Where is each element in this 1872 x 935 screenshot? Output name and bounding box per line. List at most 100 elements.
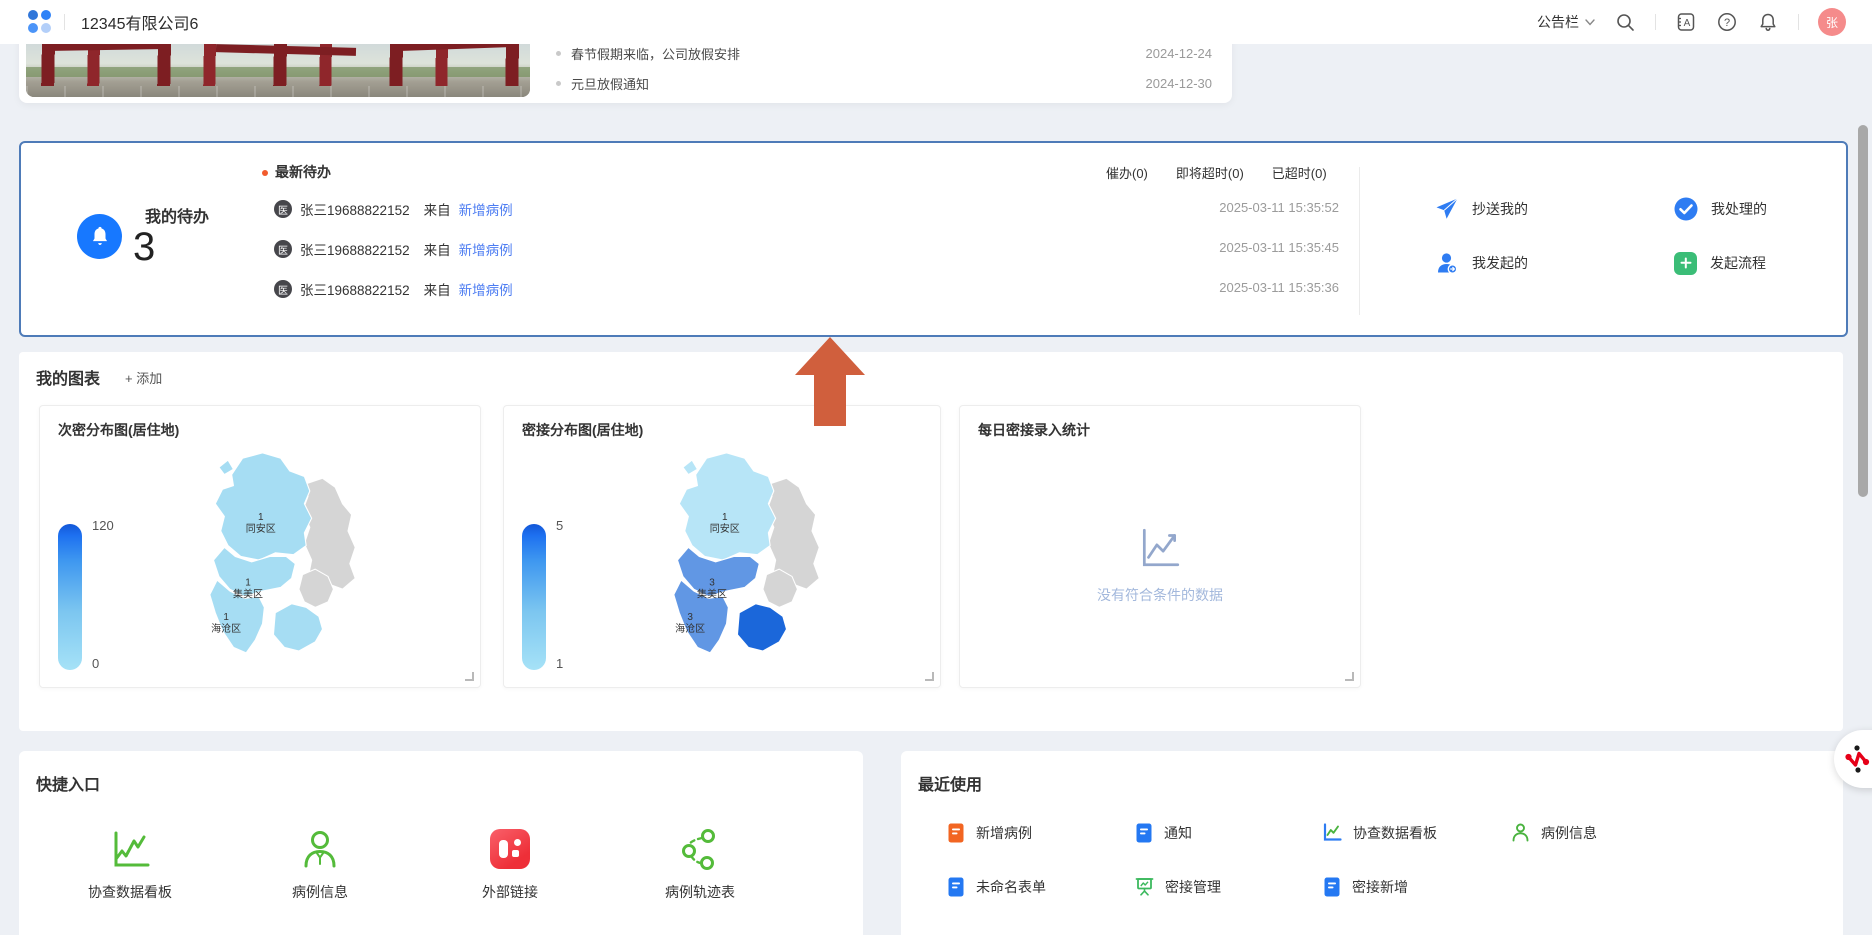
page-scrollbar[interactable] xyxy=(1858,125,1868,497)
notice-date: 2024-12-24 xyxy=(1146,46,1213,61)
translate-icon[interactable]: A xyxy=(1675,11,1697,33)
map-value-label: 3 xyxy=(709,578,715,589)
notice-title: 春节假期来临，公司放假安排 xyxy=(571,44,740,63)
todo-row[interactable]: 医 张三19688822152 来自 新增病例 xyxy=(274,279,513,299)
chart-icon xyxy=(70,826,190,872)
chart-card-cimi-map: 次密分布图(居住地) 120 0 1 同安区 1 集美区 1 xyxy=(39,405,481,688)
recent-title: 最近使用 xyxy=(918,771,982,795)
todo-row-from: 来自 xyxy=(424,239,451,259)
handled-by-me-button[interactable]: 我处理的 xyxy=(1674,182,1872,236)
doc-blue-icon xyxy=(1134,822,1154,844)
todo-row-from: 来自 xyxy=(424,279,451,299)
cc-to-me-button[interactable]: 抄送我的 xyxy=(1435,182,1674,236)
start-process-button[interactable]: 发起流程 xyxy=(1674,236,1872,290)
color-scale-legend xyxy=(522,524,546,670)
district-map: 1 同安区 3 集美区 3 海沧区 xyxy=(632,446,832,681)
latest-todo-label: 最新待办 xyxy=(275,162,331,182)
chevron-down-icon xyxy=(1585,19,1595,26)
map-name-label: 海沧区 xyxy=(211,622,241,635)
map-region-siming xyxy=(273,604,322,651)
app-logo-icon[interactable] xyxy=(28,10,51,33)
recent-item-notice[interactable]: 通知 xyxy=(1134,822,1192,844)
divider xyxy=(1655,14,1656,30)
add-chart-button[interactable]: + 添加 xyxy=(125,368,162,387)
todo-app-badge-icon: 医 xyxy=(274,280,292,298)
legend-min: 1 xyxy=(556,656,563,671)
recent-item-dashboard[interactable]: 协查数据看板 xyxy=(1322,822,1437,843)
divider xyxy=(64,14,65,30)
todo-row-link[interactable]: 新增病例 xyxy=(459,279,513,299)
help-icon[interactable]: ? xyxy=(1716,11,1738,33)
todo-row-name: 张三19688822152 xyxy=(300,279,410,299)
recent-item-contact-new[interactable]: 密接新增 xyxy=(1322,876,1408,898)
chart-card-daily-stats: 每日密接录入统计 没有符合条件的数据 xyxy=(959,405,1361,688)
empty-text: 没有符合条件的数据 xyxy=(960,585,1360,605)
recent-item-case-info[interactable]: 病例信息 xyxy=(1510,822,1597,843)
quick-entry-panel: 快捷入口 协查数据看板 病例信息 外部链接 病例轨迹表 xyxy=(19,751,863,935)
user-avatar[interactable]: 张 xyxy=(1818,8,1846,36)
board-green-icon xyxy=(1134,876,1155,897)
map-value-label: 1 xyxy=(223,612,229,623)
resize-handle-icon[interactable] xyxy=(1345,672,1354,681)
my-todo-card: 我的待办 3 最新待办 医 张三19688822152 来自 新增病例 医 张三… xyxy=(19,141,1848,337)
bullet-icon xyxy=(556,81,561,86)
quick-item-dashboard[interactable]: 协查数据看板 xyxy=(70,826,190,902)
svg-text:A: A xyxy=(1684,18,1691,29)
notice-item[interactable]: 元旦放假通知 2024-12-30 xyxy=(556,68,1212,98)
map-islet xyxy=(683,460,698,475)
top-bar: 12345有限公司6 公告栏 A ? 张 xyxy=(0,0,1872,44)
my-charts-title: 我的图表 xyxy=(36,365,100,389)
search-icon[interactable] xyxy=(1614,11,1636,33)
empty-state: 没有符合条件的数据 xyxy=(960,526,1360,605)
bullet-icon xyxy=(556,51,561,56)
notification-bell-icon[interactable] xyxy=(1757,11,1779,33)
district-map: 1 同安区 1 集美区 1 海沧区 xyxy=(168,446,368,681)
initiated-by-me-button[interactable]: 我发起的 xyxy=(1435,236,1674,290)
todo-tabs: 催办(0) 即将超时(0) 已超时(0) xyxy=(1106,163,1327,182)
send-icon xyxy=(1435,197,1459,221)
map-name-label: 集美区 xyxy=(233,587,263,600)
resize-handle-icon[interactable] xyxy=(925,672,934,681)
quick-item-case-info[interactable]: 病例信息 xyxy=(260,826,380,902)
quick-item-external-link[interactable]: 外部链接 xyxy=(450,826,570,902)
recent-item-new-case[interactable]: 新增病例 xyxy=(946,822,1032,844)
recent-item-unnamed-form[interactable]: 未命名表单 xyxy=(946,876,1046,898)
todo-row-time: 2025-03-11 15:35:45 xyxy=(1169,240,1339,255)
banner-photo[interactable] xyxy=(26,36,530,97)
todo-row[interactable]: 医 张三19688822152 来自 新增病例 xyxy=(274,239,513,259)
recent-used-panel: 最近使用 新增病例 通知 协查数据看板 病例信息 未命名表单 密接管理 密接新增 xyxy=(901,751,1843,935)
map-value-label: 3 xyxy=(687,612,693,623)
todo-row-name: 张三19688822152 xyxy=(300,199,410,219)
my-charts-panel: 我的图表 + 添加 次密分布图(居住地) 120 0 1 同安区 1 xyxy=(19,352,1843,731)
map-name-label: 海沧区 xyxy=(675,622,705,635)
tab-timed-out[interactable]: 已超时(0) xyxy=(1272,163,1327,182)
empty-chart-icon xyxy=(1137,526,1183,570)
photo-ground xyxy=(26,86,530,97)
tutorial-arrow-up xyxy=(795,337,865,431)
person-icon xyxy=(1435,251,1459,275)
todo-count[interactable]: 3 xyxy=(133,225,155,270)
check-circle-icon xyxy=(1674,197,1698,221)
map-name-label: 同安区 xyxy=(710,522,740,535)
quick-item-track-table[interactable]: 病例轨迹表 xyxy=(640,826,760,902)
todo-row-link[interactable]: 新增病例 xyxy=(459,239,513,259)
legend-min: 0 xyxy=(92,656,99,671)
notice-date: 2024-12-30 xyxy=(1146,76,1213,91)
map-value-label: 1 xyxy=(722,512,728,523)
tab-about-to-timeout[interactable]: 即将超时(0) xyxy=(1176,163,1244,182)
svg-text:?: ? xyxy=(1724,17,1730,29)
todo-quick-actions: 抄送我的 我处理的 我发起的 发起流程 xyxy=(1435,182,1872,290)
doc-blue-icon xyxy=(1322,876,1342,898)
todo-row-from: 来自 xyxy=(424,199,451,219)
resize-handle-icon[interactable] xyxy=(465,672,474,681)
tab-urge[interactable]: 催办(0) xyxy=(1106,163,1148,182)
map-name-label: 同安区 xyxy=(246,522,276,535)
network-logo-icon xyxy=(1843,745,1871,773)
recent-item-contact-mgmt[interactable]: 密接管理 xyxy=(1134,876,1221,897)
announcement-dropdown[interactable]: 公告栏 xyxy=(1537,12,1595,32)
notice-list: 春节假期来临，公司放假安排 2024-12-24 元旦放假通知 2024-12-… xyxy=(556,38,1212,98)
todo-row-link[interactable]: 新增病例 xyxy=(459,199,513,219)
todo-row[interactable]: 医 张三19688822152 来自 新增病例 xyxy=(274,199,513,219)
divider xyxy=(1359,167,1360,315)
todo-row-name: 张三19688822152 xyxy=(300,239,410,259)
